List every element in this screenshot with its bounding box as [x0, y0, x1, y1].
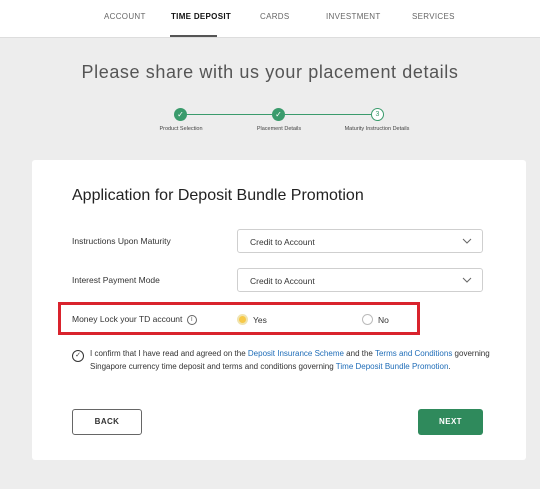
confirm-check-icon[interactable]: ✓ — [72, 350, 84, 362]
nav-active-indicator — [170, 35, 217, 37]
nav-time-deposit[interactable]: TIME DEPOSIT — [171, 12, 231, 21]
nav-services[interactable]: SERVICES — [412, 12, 455, 21]
maturity-label: Instructions Upon Maturity — [72, 236, 171, 246]
interest-label: Interest Payment Mode — [72, 275, 160, 285]
nav-account[interactable]: ACCOUNT — [104, 12, 146, 21]
back-button[interactable]: BACK — [72, 409, 142, 435]
top-navigation: ACCOUNT TIME DEPOSIT CARDS INVESTMENT SE… — [0, 0, 540, 38]
page-headline: Please share with us your placement deta… — [81, 62, 459, 82]
application-card: Application for Deposit Bundle Promotion… — [32, 160, 526, 460]
interest-select[interactable]: Credit to Account — [237, 268, 483, 292]
step-connector — [285, 114, 371, 115]
chevron-down-icon — [462, 238, 472, 244]
confirm-text-part: . — [448, 362, 451, 371]
money-lock-label: Money Lock your TD account i — [72, 314, 197, 325]
confirm-text: I confirm that I have read and agreed on… — [90, 347, 490, 373]
money-lock-yes-radio[interactable] — [237, 314, 248, 325]
deposit-insurance-link[interactable]: Deposit Insurance Scheme — [248, 349, 344, 358]
maturity-select[interactable]: Credit to Account — [237, 229, 483, 253]
info-icon[interactable]: i — [186, 314, 197, 325]
step-complete-check-icon: ✓ — [272, 108, 285, 121]
step-complete-check-icon: ✓ — [174, 108, 187, 121]
td-bundle-promotion-link[interactable]: Time Deposit Bundle Promotion — [336, 362, 449, 371]
nav-cards[interactable]: CARDS — [260, 12, 290, 21]
money-lock-yes-label[interactable]: Yes — [253, 315, 267, 325]
step-label-product-selection: Product Selection — [159, 126, 203, 132]
next-button[interactable]: NEXT — [418, 409, 483, 435]
step-label-maturity-instruction: Maturity Instruction Details — [344, 126, 410, 132]
step-connector — [186, 114, 272, 115]
chevron-down-icon — [462, 277, 472, 283]
money-lock-no-radio[interactable] — [362, 314, 373, 325]
nav-investment[interactable]: INVESTMENT — [326, 12, 381, 21]
progress-stepper: ✓ ✓ 3 Product Selection Placement Detail… — [0, 104, 540, 152]
maturity-select-value: Credit to Account — [250, 237, 315, 247]
step-label-placement-details: Placement Details — [256, 126, 302, 132]
confirm-text-part: and the — [343, 349, 375, 358]
confirm-text-part: I confirm that I have read and agreed on… — [90, 349, 248, 358]
step-current-number: 3 — [371, 108, 384, 121]
terms-conditions-link[interactable]: Terms and Conditions — [375, 349, 452, 358]
form-title: Application for Deposit Bundle Promotion — [72, 187, 364, 204]
money-lock-no-label[interactable]: No — [378, 315, 389, 325]
interest-select-value: Credit to Account — [250, 276, 315, 286]
money-lock-label-text: Money Lock your TD account — [72, 314, 183, 324]
